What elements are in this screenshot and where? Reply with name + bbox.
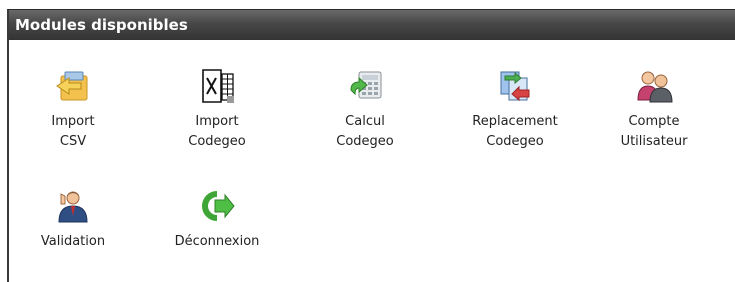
validation-user-icon bbox=[53, 186, 93, 226]
module-label: Calcul Codegeo bbox=[336, 114, 394, 149]
module-compte-utilisateur[interactable]: Compte Utilisateur bbox=[589, 66, 719, 152]
calculator-icon bbox=[345, 66, 385, 106]
module-label: Déconnexion bbox=[174, 234, 260, 249]
panel-title: Modules disponibles bbox=[9, 10, 735, 40]
module-label: Compte Utilisateur bbox=[620, 114, 688, 149]
module-import-codegeo[interactable]: Import Codegeo bbox=[152, 66, 282, 152]
users-icon bbox=[634, 66, 674, 106]
module-import-csv[interactable]: Import CSV bbox=[8, 66, 138, 152]
module-label: Import Codegeo bbox=[188, 114, 246, 149]
excel-icon bbox=[197, 66, 237, 106]
modules-panel: Modules disponibles Import CSV Import Co… bbox=[7, 9, 735, 282]
module-calcul-codegeo[interactable]: Calcul Codegeo bbox=[300, 66, 430, 152]
module-label: Replacement Codegeo bbox=[472, 114, 558, 149]
module-replacement-codegeo[interactable]: Replacement Codegeo bbox=[450, 66, 580, 152]
module-validation[interactable]: Validation bbox=[8, 186, 138, 252]
module-label: Validation bbox=[40, 234, 106, 249]
folder-import-icon bbox=[53, 66, 93, 106]
module-deconnexion[interactable]: Déconnexion bbox=[152, 186, 282, 252]
module-label: Import CSV bbox=[51, 114, 95, 149]
replace-icon bbox=[495, 66, 535, 106]
logout-arrow-icon bbox=[197, 186, 237, 226]
